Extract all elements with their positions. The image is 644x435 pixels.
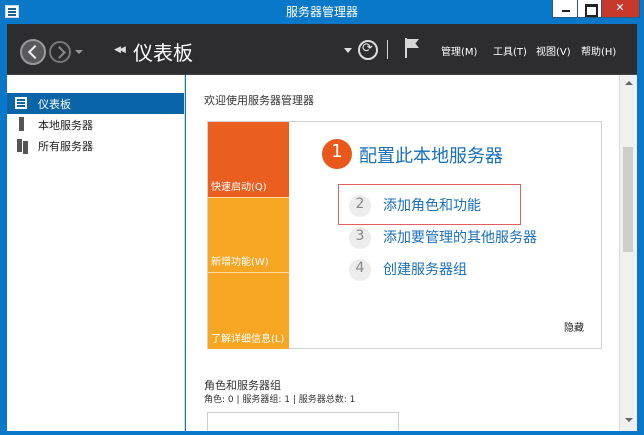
refresh-icon[interactable]	[358, 40, 378, 60]
tile-learn-more[interactable]: 了解详细信息(L)	[208, 272, 289, 349]
roles-tile[interactable]	[207, 412, 399, 431]
roles-section-title: 角色和服务器组	[204, 379, 281, 392]
menu-view[interactable]: 视图(V)	[536, 43, 571, 58]
servers-icon	[17, 139, 22, 152]
tile-label: 新增功能(W)	[211, 257, 269, 268]
quick-start-panel: 快速启动(Q) 新增功能(W) 了解详细信息(L) 1 配置此本地服务器 2 添…	[207, 121, 602, 349]
page-title: 仪表板	[133, 41, 193, 65]
main-content: 欢迎使用服务器管理器 快速启动(Q) 新增功能(W) 了解详细信息(L) 1 配…	[186, 75, 619, 431]
server-manager-window: 服务器管理器 ◀◀ 仪表板 管理(M) 工具(T) 视图(V) 帮助(H) 仪表…	[0, 0, 644, 435]
sidebar-item-label: 本地服务器	[38, 119, 93, 132]
step-1-link-configure-local-server[interactable]: 配置此本地服务器	[359, 142, 503, 168]
step-1-number: 1	[331, 141, 343, 162]
header-toolbar: ◀◀ 仪表板 管理(M) 工具(T) 视图(V) 帮助(H)	[7, 24, 637, 75]
hide-link[interactable]: 隐藏	[564, 319, 584, 334]
tile-quick-start[interactable]: 快速启动(Q)	[208, 122, 289, 197]
history-dropdown-icon[interactable]	[75, 50, 83, 54]
tile-label: 快速启动(Q)	[211, 182, 267, 193]
sidebar-item-dashboard[interactable]: 仪表板	[7, 93, 184, 114]
dashboard-icon	[15, 97, 27, 109]
step-4-number: 4	[355, 260, 365, 276]
tile-whats-new[interactable]: 新增功能(W)	[208, 197, 289, 272]
server-icon	[19, 117, 24, 131]
menu-manage[interactable]: 管理(M)	[441, 43, 477, 58]
step-2-link-add-roles-features[interactable]: 添加角色和功能	[383, 195, 481, 215]
sidebar: 仪表板 本地服务器 所有服务器	[7, 75, 185, 431]
sidebar-item-all-servers[interactable]: 所有服务器	[7, 135, 184, 156]
roles-summary: 角色: 0 | 服务器组: 1 | 服务器总数: 1	[204, 395, 356, 405]
menu-help[interactable]: 帮助(H)	[581, 43, 616, 58]
toolbar-divider	[387, 40, 388, 59]
notifications-flag-icon[interactable]	[405, 38, 421, 58]
step-3-link-add-servers[interactable]: 添加要管理的其他服务器	[383, 227, 537, 247]
scroll-thumb[interactable]	[623, 147, 633, 252]
welcome-heading: 欢迎使用服务器管理器	[204, 94, 314, 107]
sidebar-item-local-server[interactable]: 本地服务器	[7, 114, 184, 135]
breadcrumb-separator-icon: ◀◀	[114, 45, 126, 55]
window-title: 服务器管理器	[285, 5, 358, 19]
forward-arrow-icon[interactable]	[49, 41, 71, 63]
scroll-up-icon[interactable]	[625, 81, 633, 85]
minimize-button[interactable]	[552, 0, 578, 18]
step-3-number: 3	[355, 228, 365, 244]
breadcrumb-dropdown-icon[interactable]	[344, 48, 352, 53]
tile-label: 了解详细信息(L)	[211, 334, 285, 345]
close-button[interactable]	[602, 0, 640, 18]
vertical-scrollbar[interactable]	[619, 75, 637, 431]
step-2-number: 2	[355, 196, 365, 212]
scroll-down-icon[interactable]	[625, 418, 633, 422]
maximize-button[interactable]	[578, 0, 602, 18]
menu-tools[interactable]: 工具(T)	[493, 43, 527, 58]
back-arrow-icon[interactable]	[20, 39, 46, 65]
sidebar-item-label: 所有服务器	[38, 140, 93, 153]
step-4-link-create-server-group[interactable]: 创建服务器组	[383, 259, 467, 279]
window-bottom-border	[0, 431, 644, 435]
sidebar-item-label: 仪表板	[38, 98, 71, 111]
title-bar: 服务器管理器	[0, 0, 644, 24]
